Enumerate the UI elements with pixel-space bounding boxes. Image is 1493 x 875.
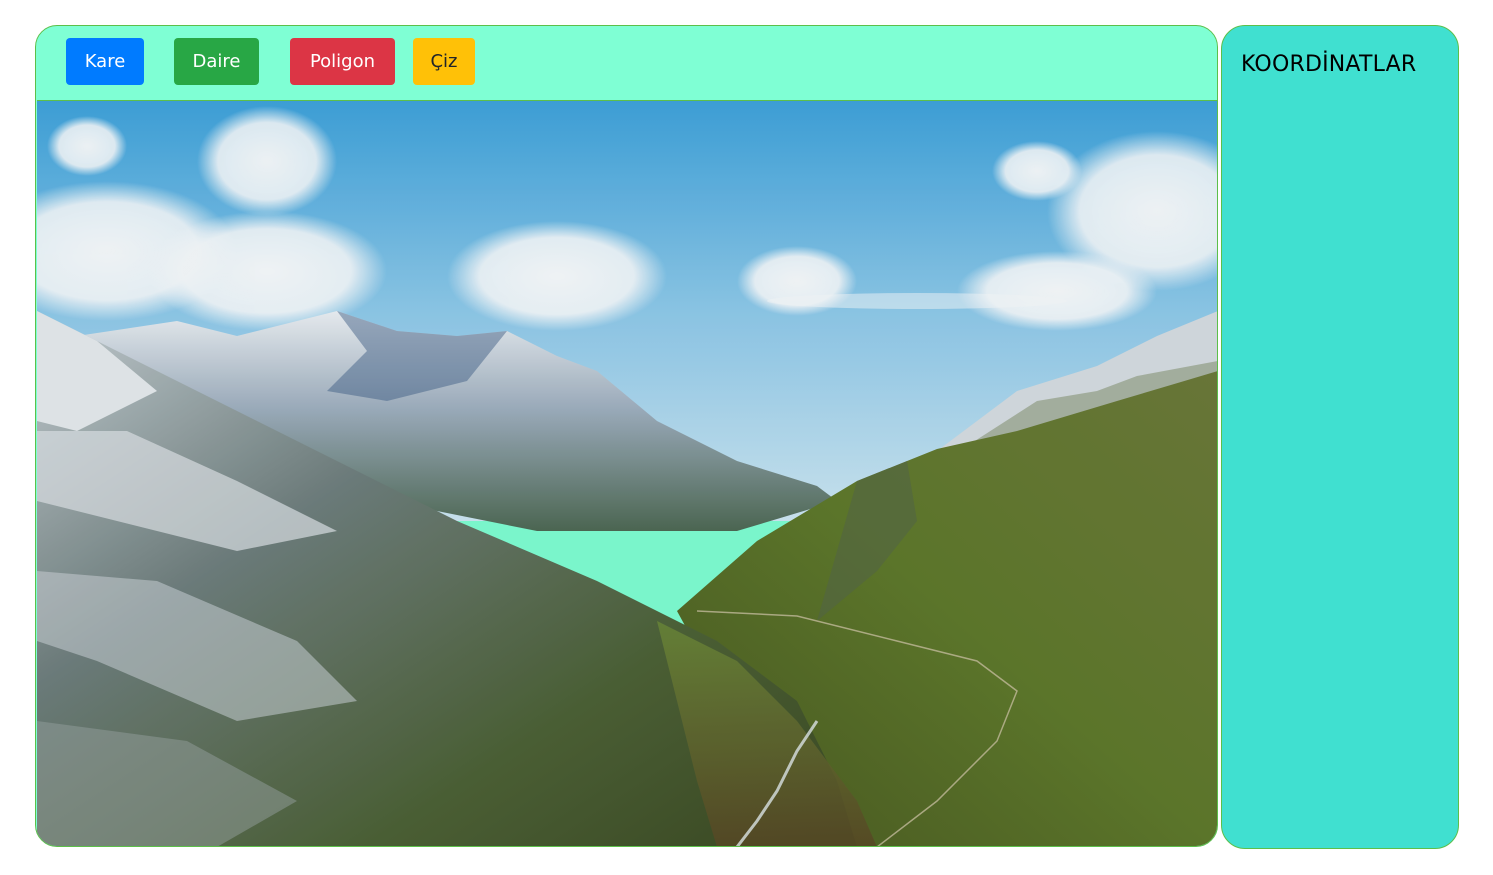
draw-button[interactable]: Çiz — [413, 38, 475, 85]
mountain-valley-image — [37, 101, 1217, 846]
circle-button[interactable]: Daire — [174, 38, 259, 85]
shape-toolbar: Kare Daire Poligon Çiz — [36, 26, 1217, 99]
image-canvas[interactable] — [37, 100, 1217, 846]
coordinates-panel: KOORDİNATLAR — [1221, 25, 1459, 849]
square-button[interactable]: Kare — [66, 38, 144, 85]
polygon-button[interactable]: Poligon — [290, 38, 395, 85]
coordinates-title: KOORDİNATLAR — [1241, 52, 1417, 77]
drawing-panel: Kare Daire Poligon Çiz — [35, 25, 1218, 847]
